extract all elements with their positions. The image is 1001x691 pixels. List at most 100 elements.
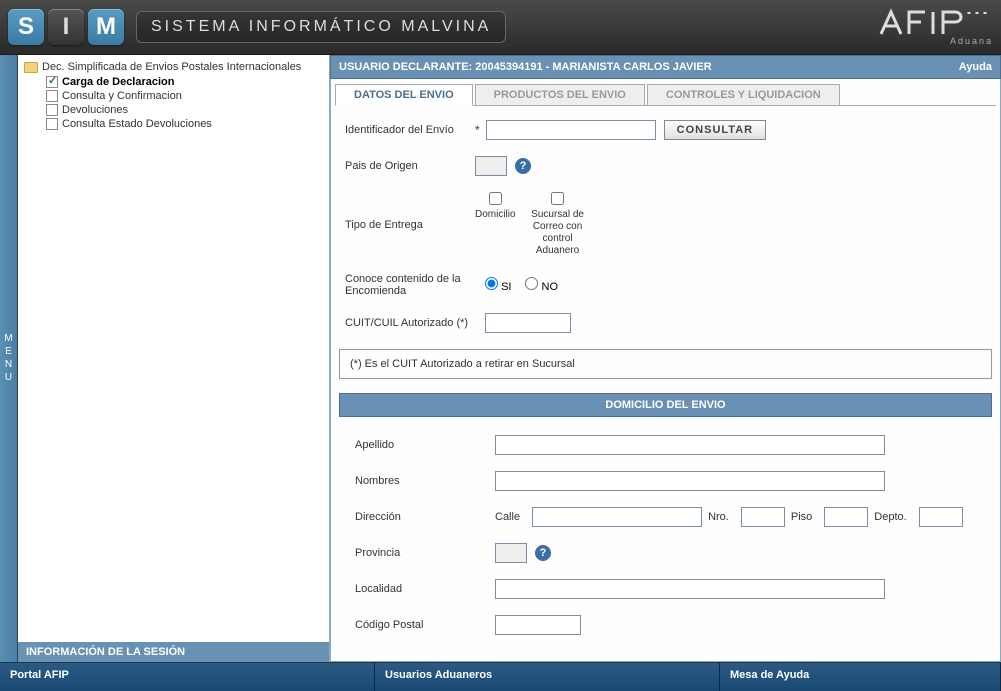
right-panel: USUARIO DECLARANTE: 20045394191 - MARIAN… <box>330 55 1001 662</box>
tab-productos[interactable]: PRODUCTOS DEL ENVIO <box>475 84 645 106</box>
tree-item-consulta[interactable]: Consulta y Confirmacion <box>24 89 323 103</box>
tree-item-label: Carga de Declaracion <box>62 76 175 88</box>
label-direccion: Dirección <box>355 511 495 523</box>
help-link[interactable]: Ayuda <box>959 61 992 73</box>
nav-tree: Dec. Simplificada de Envios Postales Int… <box>18 55 329 642</box>
tree-root[interactable]: Dec. Simplificada de Envios Postales Int… <box>24 61 323 73</box>
app-header: S I M Sistema Informático Malvina Aduana <box>0 0 1001 55</box>
consultar-button[interactable]: CONSULTAR <box>664 120 766 140</box>
label-cp: Código Postal <box>355 619 495 631</box>
hint-cuit: (*) Es el CUIT Autorizado a retirar en S… <box>339 349 992 379</box>
entrega-group: Domicilio Sucursal de Correo con control… <box>475 192 594 257</box>
doc-icon <box>46 90 58 102</box>
tab-controles[interactable]: CONTROLES Y LIQUIDACION <box>647 84 840 106</box>
tree-item-label: Consulta y Confirmacion <box>62 90 182 102</box>
folder-icon <box>24 62 38 73</box>
tabs: DATOS DEL ENVIO PRODUCTOS DEL ENVIO CONT… <box>335 83 996 106</box>
footer-portal[interactable]: Portal AFIP <box>0 663 375 691</box>
label-id-envio: Identificador del Envío <box>345 124 475 136</box>
help-icon[interactable]: ? <box>515 158 531 174</box>
row-conoce: Conoce contenido de la Encomienda SI NO <box>345 273 986 297</box>
label-nombres: Nombres <box>355 475 495 487</box>
input-localidad[interactable] <box>495 579 885 599</box>
label-domicilio: Domicilio <box>475 209 516 221</box>
row-provincia: Provincia ? <box>355 543 976 563</box>
doc-icon <box>46 118 58 130</box>
row-pais: Pais de Origen ? <box>345 156 986 176</box>
row-tipo-entrega: Tipo de Entrega Domicilio Sucursal de Co… <box>345 192 986 257</box>
afip-sublabel: Aduana <box>873 36 993 46</box>
input-cp[interactable] <box>495 615 581 635</box>
logo-s-icon: S <box>8 9 44 45</box>
footer-mesa[interactable]: Mesa de Ayuda <box>720 663 1001 691</box>
checkbox-domicilio[interactable] <box>489 192 502 205</box>
row-nombres: Nombres <box>355 471 976 491</box>
label-sucursal: Sucursal de Correo con control Aduanero <box>522 209 594 257</box>
checkbox-sucursal[interactable] <box>551 192 564 205</box>
row-id-envio: Identificador del Envío * CONSULTAR <box>345 120 986 140</box>
input-apellido[interactable] <box>495 435 885 455</box>
label-tipo-entrega: Tipo de Entrega <box>345 219 475 231</box>
row-apellido: Apellido <box>355 435 976 455</box>
input-nro[interactable] <box>741 507 785 527</box>
session-info-bar[interactable]: INFORMACIÓN DE LA SESIÓN <box>18 642 329 662</box>
tree-root-label: Dec. Simplificada de Envios Postales Int… <box>42 61 301 73</box>
input-cuit[interactable] <box>485 313 571 333</box>
content-area: DATOS DEL ENVIO PRODUCTOS DEL ENVIO CONT… <box>330 79 1001 662</box>
radio-no-wrap: NO <box>525 277 558 293</box>
footer: Portal AFIP Usuarios Aduaneros Mesa de A… <box>0 662 1001 691</box>
tree-item-consulta-estado[interactable]: Consulta Estado Devoluciones <box>24 117 323 131</box>
radio-group-conoce: SI NO <box>485 277 558 293</box>
sim-logo: S I M <box>8 9 124 45</box>
main-layout: MENU Dec. Simplificada de Envios Postale… <box>0 55 1001 662</box>
app-title: Sistema Informático Malvina <box>136 11 506 43</box>
afip-logo: Aduana <box>873 8 993 46</box>
row-direccion: Dirección Calle Nro. Piso Depto. <box>355 507 976 527</box>
label-cuit: CUIT/CUIL Autorizado (*) <box>345 317 485 329</box>
label-depto: Depto. <box>874 511 906 523</box>
logo-m-icon: M <box>88 9 124 45</box>
row-localidad: Localidad <box>355 579 976 599</box>
label-pais: Pais de Origen <box>345 160 475 172</box>
chk-domicilio-col: Domicilio <box>475 192 516 221</box>
tab-datos-envio[interactable]: DATOS DEL ENVIO <box>335 84 473 106</box>
row-cuit: CUIT/CUIL Autorizado (*) <box>345 313 986 333</box>
left-panel: Dec. Simplificada de Envios Postales Int… <box>18 55 330 662</box>
label-apellido: Apellido <box>355 439 495 451</box>
section-domicilio: DOMICILIO DEL ENVIO <box>339 393 992 417</box>
radio-no[interactable] <box>525 277 538 290</box>
required-mark: * <box>475 123 480 137</box>
input-id-envio[interactable] <box>486 120 656 140</box>
doc-icon <box>46 76 58 88</box>
help-icon[interactable]: ? <box>535 545 551 561</box>
footer-usuarios[interactable]: Usuarios Aduaneros <box>375 663 720 691</box>
input-pais[interactable] <box>475 156 507 176</box>
input-nombres[interactable] <box>495 471 885 491</box>
radio-si-wrap: SI <box>485 277 511 293</box>
tree-item-devoluciones[interactable]: Devoluciones <box>24 103 323 117</box>
doc-icon <box>46 104 58 116</box>
label-calle: Calle <box>495 511 520 523</box>
label-conoce: Conoce contenido de la Encomienda <box>345 273 485 297</box>
input-depto[interactable] <box>919 507 963 527</box>
chk-sucursal-col: Sucursal de Correo con control Aduanero <box>522 192 594 257</box>
input-calle[interactable] <box>532 507 702 527</box>
input-provincia[interactable] <box>495 543 527 563</box>
radio-no-label: NO <box>542 281 559 293</box>
radio-si-label: SI <box>501 281 511 293</box>
row-cp: Código Postal <box>355 615 976 635</box>
tree-item-label: Devoluciones <box>62 104 128 116</box>
user-bar: USUARIO DECLARANTE: 20045394191 - MARIAN… <box>330 55 1001 79</box>
label-nro: Nro. <box>708 511 729 523</box>
label-localidad: Localidad <box>355 583 495 595</box>
user-declarante: USUARIO DECLARANTE: 20045394191 - MARIAN… <box>339 61 712 73</box>
input-piso[interactable] <box>824 507 868 527</box>
label-provincia: Provincia <box>355 547 495 559</box>
radio-si[interactable] <box>485 277 498 290</box>
label-piso: Piso <box>791 511 812 523</box>
tree-item-carga[interactable]: Carga de Declaracion <box>24 75 323 89</box>
tree-item-label: Consulta Estado Devoluciones <box>62 118 212 130</box>
direccion-inline: Calle Nro. Piso Depto. <box>495 507 963 527</box>
logo-i-icon: I <box>48 9 84 45</box>
menu-rail[interactable]: MENU <box>0 55 18 662</box>
